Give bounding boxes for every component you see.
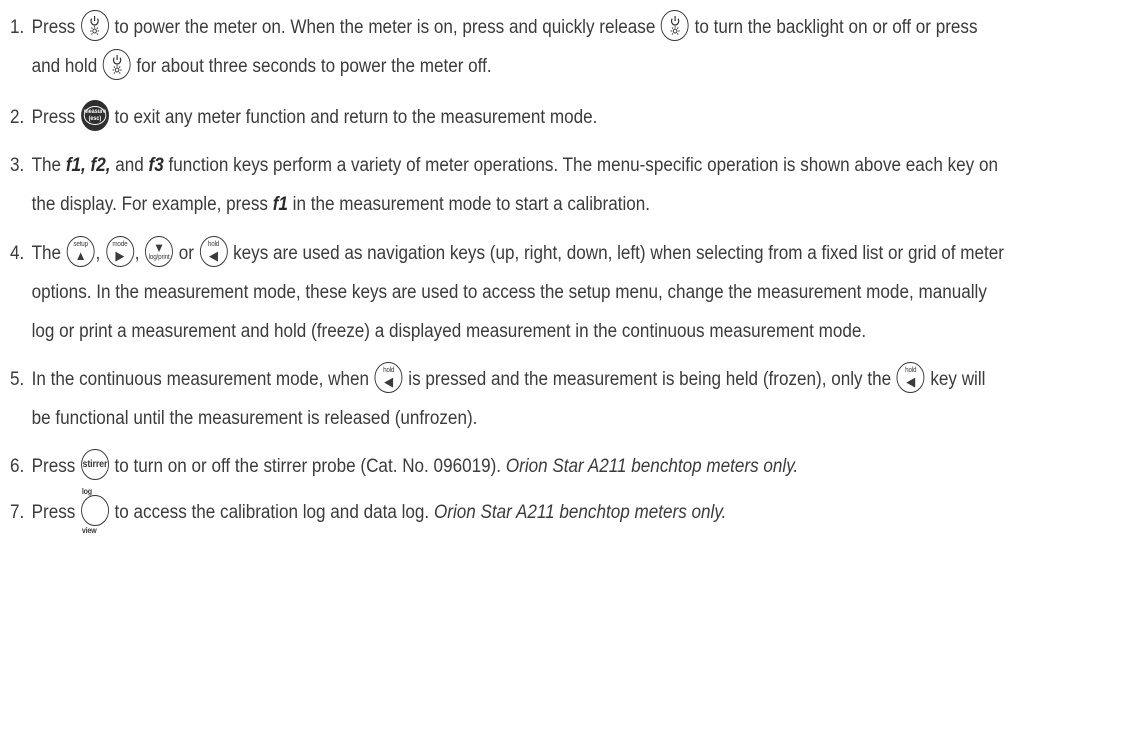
text-segment: or <box>178 243 194 264</box>
list-item: 5. In the continuous measurement mode, w… <box>10 360 1005 438</box>
text-segment: The <box>31 243 62 264</box>
text-segment: to exit any meter function and return to… <box>114 107 598 128</box>
text-segment: Press <box>31 502 76 523</box>
list-item: 2. Press measure (esc) to exit any meter… <box>10 98 1005 137</box>
left-arrow-icon: ◀ <box>906 374 916 390</box>
list-item: 3. The f1, f2, and f3 function keys perf… <box>10 146 1005 224</box>
text-segment: and <box>115 155 144 176</box>
hold-left-key: hold ◀ <box>374 362 403 394</box>
up-arrow-icon: ▲ <box>74 248 87 264</box>
item-number: 3. <box>10 155 25 176</box>
item-text: Press measure (esc) to exit any meter fu… <box>32 98 1005 137</box>
instruction-list: 1. Press to power the meter on. When the… <box>10 8 1005 535</box>
function-key-label: f3 <box>148 155 164 176</box>
item-number: 5. <box>10 369 25 390</box>
model-note: Orion Star A211 benchtop meters only. <box>505 456 799 477</box>
setup-up-key: setup ▲ <box>66 236 95 268</box>
text-segment: to turn on or off the stirrer probe (Cat… <box>114 456 502 477</box>
power-backlight-icon <box>80 10 109 42</box>
text-segment: to access the calibration log and data l… <box>114 502 430 523</box>
item-text: The f1, f2, and f3 function keys perform… <box>32 146 1005 224</box>
power-backlight-icon <box>661 10 689 42</box>
text-segment: in the measurement mode to start a calib… <box>292 194 651 215</box>
text-segment: for about three seconds to power the met… <box>136 56 492 77</box>
left-arrow-icon: ◀ <box>384 374 394 390</box>
mode-right-key: mode ▶ <box>105 236 134 268</box>
text-segment: The <box>31 155 62 176</box>
item-number: 7. <box>10 502 25 523</box>
model-note: Orion Star A211 benchtop meters only. <box>433 502 727 523</box>
item-text: In the continuous measurement mode, when… <box>32 360 1005 438</box>
text-segment: , <box>134 243 140 264</box>
text-segment: to power the meter on. When the meter is… <box>114 17 656 38</box>
item-text: The setup ▲ , mode ▶ , ▼ log/print or ho… <box>32 234 1005 351</box>
item-number: 4. <box>10 243 25 264</box>
hold-left-key: hold ◀ <box>199 236 228 268</box>
measure-key-face: measure (esc) <box>83 106 107 126</box>
right-arrow-icon: ▶ <box>115 248 125 264</box>
log-view-key: log view <box>80 487 109 535</box>
list-item: 7. Press log view to access the calibrat… <box>10 487 1005 535</box>
item-text: Press log view to access the calibration… <box>31 487 1005 535</box>
measure-key-label: measure <box>83 108 107 115</box>
text-segment: , <box>95 243 101 264</box>
text-segment: is pressed and the measurement is being … <box>408 369 892 390</box>
logprint-down-key: ▼ log/print <box>145 236 174 268</box>
item-text: Press to power the meter on. When the me… <box>32 8 1005 86</box>
item-number: 2. <box>10 107 25 128</box>
text-segment: Press <box>31 17 76 38</box>
item-text: Press stirrer to turn on or off the stir… <box>32 447 1005 486</box>
power-backlight-icon <box>102 49 131 81</box>
list-item: 1. Press to power the meter on. When the… <box>10 8 1005 86</box>
list-item: 6. Press stirrer to turn on or off the s… <box>10 447 1005 486</box>
function-key-label: f1, f2, <box>65 155 111 176</box>
text-segment: Press <box>31 107 76 128</box>
esc-key-label: (esc) <box>88 115 102 122</box>
list-item: 4. The setup ▲ , mode ▶ , ▼ log/print or… <box>10 234 1005 351</box>
hold-left-key: hold ◀ <box>896 362 925 394</box>
down-arrow-icon: ▼ <box>153 240 165 256</box>
text-segment: In the continuous measurement mode, when <box>31 369 370 390</box>
left-arrow-icon: ◀ <box>209 248 219 264</box>
item-number: 1. <box>10 17 25 38</box>
measure-esc-key: measure (esc) <box>80 100 109 132</box>
text-segment: Press <box>31 456 76 477</box>
function-key-label: f1 <box>272 194 288 215</box>
key-label: log/print <box>148 254 170 262</box>
item-number: 6. <box>10 456 25 477</box>
